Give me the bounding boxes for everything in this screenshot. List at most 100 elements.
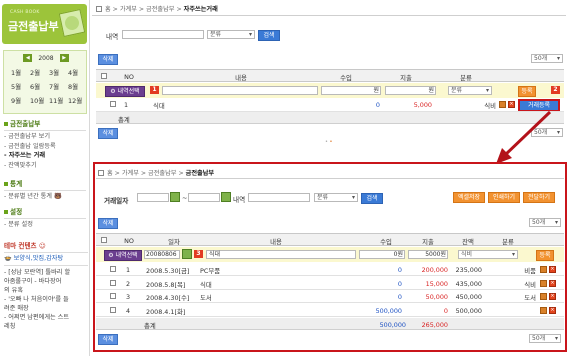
- new-content-input[interactable]: [162, 86, 318, 95]
- row-checkbox[interactable]: [110, 266, 116, 272]
- end-date-input[interactable]: [188, 193, 220, 202]
- col-category: 분류: [460, 74, 472, 82]
- menu-title-stats: 통계: [10, 180, 23, 188]
- cell-content: 도서: [200, 294, 212, 302]
- prev-year-icon[interactable]: ◀: [23, 54, 33, 62]
- divider: [96, 178, 564, 179]
- month-link[interactable]: 6월: [28, 81, 47, 91]
- home-icon[interactable]: [96, 6, 102, 12]
- delete-button-bottom[interactable]: 삭제: [98, 128, 118, 139]
- breadcrumb: 홈 > 가계부 > 금전출납부 > 자주쓰는거래: [96, 4, 218, 13]
- menu-item-annual-stats[interactable]: - 분류별 년간 통계 🐻: [4, 192, 86, 202]
- new-category-select[interactable]: 식비: [458, 250, 518, 259]
- content-label: 내역: [233, 196, 246, 204]
- month-link[interactable]: 9월: [9, 95, 28, 105]
- search-button[interactable]: 검색: [258, 30, 280, 41]
- new-entry-row: ⚙ 내역선택 1 원 원 분류 등록 2: [96, 83, 564, 98]
- step-badge: 1: [150, 86, 159, 94]
- new-income-input[interactable]: 원: [321, 86, 381, 95]
- delete-button-bottom[interactable]: 삭제: [98, 334, 118, 345]
- calendar-icon[interactable]: [221, 192, 231, 202]
- delete-icon[interactable]: ×: [549, 293, 556, 300]
- row-checkbox[interactable]: [110, 101, 116, 107]
- cell-income: 0: [375, 101, 380, 109]
- select-all-checkbox[interactable]: [101, 237, 107, 243]
- calendar-icon[interactable]: [182, 249, 192, 259]
- search-button[interactable]: 검색: [361, 193, 383, 204]
- calendar-icon[interactable]: [170, 192, 180, 202]
- category-select[interactable]: 분류: [207, 30, 255, 39]
- month-link[interactable]: 1월: [9, 67, 28, 77]
- theme-article[interactable]: - '오빠 나 처음이야'를 들: [4, 295, 88, 304]
- send-button[interactable]: 전달하기: [523, 192, 555, 203]
- delete-button[interactable]: 삭제: [98, 218, 118, 229]
- menu-item-frequent[interactable]: - 자주쓰는 거래: [4, 151, 86, 161]
- item-select-button[interactable]: ⚙ 내역선택: [105, 86, 145, 97]
- new-expense-input[interactable]: 원: [385, 86, 436, 95]
- divider: [92, 15, 566, 16]
- page-size-select[interactable]: 50개: [529, 218, 561, 227]
- table-row: 3 2008.4.30[수] 도서 0 50,000 450,000 도서 ×: [96, 290, 564, 303]
- delete-icon[interactable]: ×: [508, 101, 515, 108]
- arrow-icon: [496, 110, 552, 164]
- delete-icon[interactable]: ×: [549, 266, 556, 273]
- register-button[interactable]: 등록: [536, 250, 554, 261]
- page-size-select[interactable]: 50개: [531, 54, 563, 63]
- theme-article[interactable]: 레칭: [4, 322, 88, 331]
- edit-icon[interactable]: [499, 101, 506, 108]
- edit-icon[interactable]: [540, 293, 547, 300]
- month-link[interactable]: 12월: [66, 95, 85, 105]
- month-link[interactable]: 2월: [28, 67, 47, 77]
- home-icon[interactable]: [98, 170, 104, 176]
- content-search-input[interactable]: [248, 193, 310, 202]
- category-select[interactable]: 분류: [314, 193, 358, 202]
- menu-item-view[interactable]: - 금전출납부 보기: [4, 132, 86, 142]
- month-link[interactable]: 7월: [47, 81, 66, 91]
- cell-date: 2008.5.30[금]: [146, 267, 190, 275]
- cell-balance: 450,000: [455, 293, 482, 301]
- page-size-select-bottom[interactable]: 50개: [529, 334, 561, 343]
- new-category-select[interactable]: 분류: [448, 86, 492, 95]
- delete-icon[interactable]: ×: [549, 279, 556, 287]
- row-checkbox[interactable]: [110, 293, 116, 299]
- month-link[interactable]: 8월: [66, 81, 85, 91]
- theme-article[interactable]: 의 유혹: [4, 286, 88, 295]
- month-link[interactable]: 4월: [66, 67, 85, 77]
- menu-item-bulk[interactable]: - 금전출납 일람등록: [4, 142, 86, 152]
- content-search-input[interactable]: [122, 30, 204, 39]
- month-link[interactable]: 3월: [47, 67, 66, 77]
- menu-item-category-settings[interactable]: - 분류 설정: [4, 220, 86, 230]
- menu-item-balance[interactable]: - 잔액맞추기: [4, 161, 86, 171]
- app-logo[interactable]: CASH BOOK 금전출납부: [2, 4, 87, 44]
- theme-article[interactable]: - 어쩌면 남편에게는 스트: [4, 313, 88, 322]
- new-income-input[interactable]: 0원: [359, 250, 405, 259]
- new-entry-row: ⚙ 내역선택 20080806 3 식대 0원 5000원 식비 등록: [96, 247, 564, 262]
- pagination[interactable]: • •: [325, 139, 333, 145]
- row-checkbox[interactable]: [110, 279, 116, 286]
- row-checkbox[interactable]: [110, 306, 116, 313]
- new-content-input[interactable]: 식대: [206, 250, 356, 259]
- theme-tag[interactable]: 🍲 보양식,맛집,감자탕: [4, 254, 88, 263]
- start-date-input[interactable]: [137, 193, 169, 202]
- edit-icon[interactable]: [540, 306, 547, 314]
- col-balance: 잔액: [462, 238, 474, 246]
- theme-article[interactable]: - [성남 모란역] 톨바리 할: [4, 268, 88, 277]
- item-select-button[interactable]: ⚙ 내역선택: [104, 250, 142, 261]
- total-income: 500,000: [379, 321, 406, 329]
- new-expense-input[interactable]: 5000원: [408, 250, 448, 259]
- print-button[interactable]: 인쇄하기: [488, 192, 520, 203]
- theme-article[interactable]: 아줌롤구이 - 바다장어: [4, 277, 88, 286]
- theme-article[interactable]: 려준 매장: [4, 304, 88, 313]
- select-all-checkbox[interactable]: [101, 73, 107, 79]
- next-year-icon[interactable]: ▶: [59, 54, 69, 62]
- edit-icon[interactable]: [540, 279, 547, 287]
- month-link[interactable]: 11월: [47, 95, 66, 105]
- edit-icon[interactable]: [540, 266, 547, 273]
- register-button[interactable]: 등록: [518, 86, 536, 97]
- delete-button[interactable]: 삭제: [98, 54, 118, 65]
- month-link[interactable]: 10월: [28, 95, 47, 105]
- new-date-input[interactable]: 20080806: [144, 250, 180, 259]
- excel-save-button[interactable]: 엑셀저장: [453, 192, 485, 203]
- month-link[interactable]: 5월: [9, 81, 28, 91]
- delete-icon[interactable]: ×: [549, 306, 556, 314]
